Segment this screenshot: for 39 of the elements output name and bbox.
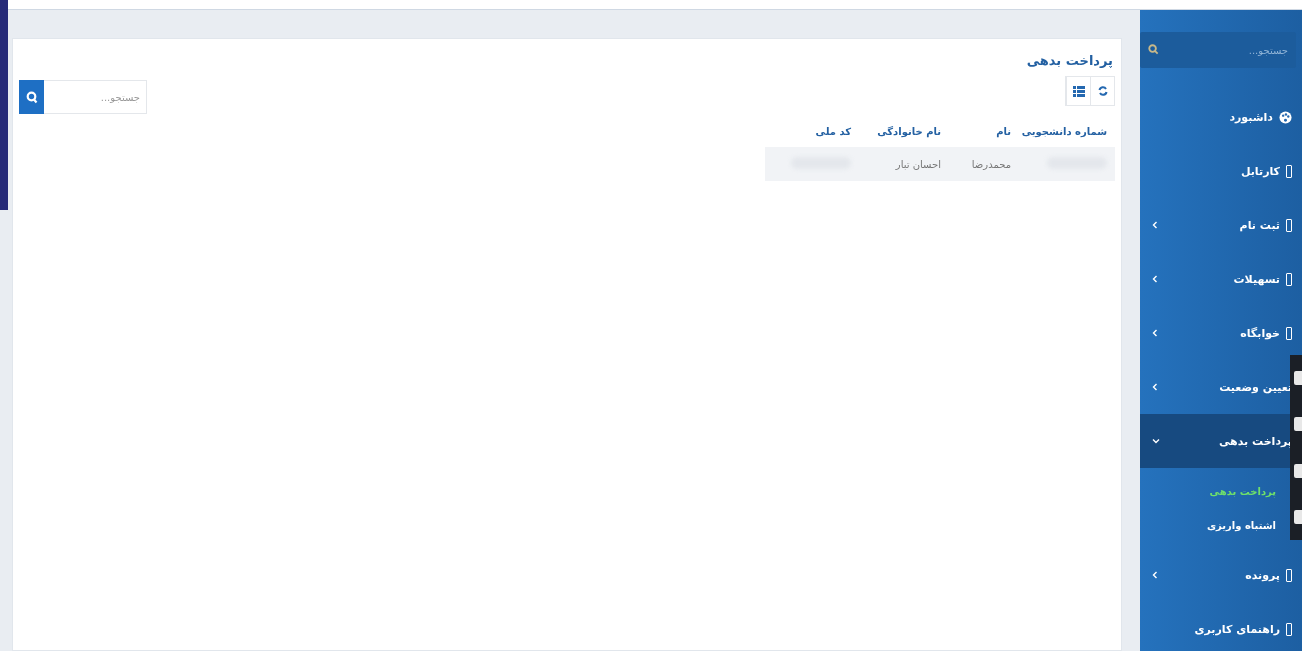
page-icon [1286, 622, 1292, 636]
page-icon [1286, 164, 1292, 178]
search-button[interactable] [19, 80, 44, 114]
search-field[interactable]: جستجو... [44, 80, 147, 114]
chevron-icon [1152, 221, 1158, 229]
search-icon [25, 90, 38, 104]
page-icon [1286, 326, 1292, 340]
sidebar-item[interactable]: داشبورد [1140, 90, 1302, 144]
page-title: پرداخت بدهی [1025, 53, 1114, 68]
column-header: نام خانوادگی [877, 126, 941, 137]
sidebar-item[interactable]: کارتابل [1140, 144, 1302, 198]
table-cell: احسان تبار [895, 158, 941, 170]
chevron-icon [1152, 275, 1158, 283]
column-header: شماره دانشجویی [1021, 126, 1107, 137]
list-icon [1072, 85, 1085, 97]
table-cell: محمدرضا [971, 158, 1011, 170]
toolbar-icon[interactable] [1294, 463, 1302, 478]
sidebar-search-field[interactable]: جستجو... [1140, 32, 1296, 68]
refresh-icon [1097, 85, 1108, 97]
chevron-down-icon [1152, 438, 1160, 444]
sidebar-item[interactable]: راهنمای کاربری [1140, 602, 1302, 651]
search-icon [1148, 44, 1159, 55]
sidebar-item[interactable]: ثبت نام [1140, 198, 1302, 252]
chevron-icon [1152, 383, 1158, 391]
toolbar-icon[interactable] [1294, 417, 1302, 432]
sidebar-item[interactable]: تعیین وضعیت [1140, 360, 1302, 414]
chevron-icon [1152, 329, 1158, 337]
column-header: کد ملی [815, 126, 851, 137]
toolbar-icon[interactable] [1294, 371, 1302, 386]
sidebar-item[interactable]: تسهیلات [1140, 252, 1302, 306]
sidebar-item[interactable]: پرونده [1140, 548, 1302, 602]
page-icon [1286, 218, 1292, 232]
page-icon [1286, 272, 1292, 286]
page-icon [1286, 568, 1292, 582]
column-header: نام [996, 126, 1011, 137]
chevron-icon [1152, 571, 1158, 579]
sidebar-item[interactable]: خوابگاه [1140, 306, 1302, 360]
toolbar-icon[interactable] [1294, 509, 1302, 524]
palette-icon [1279, 110, 1292, 124]
